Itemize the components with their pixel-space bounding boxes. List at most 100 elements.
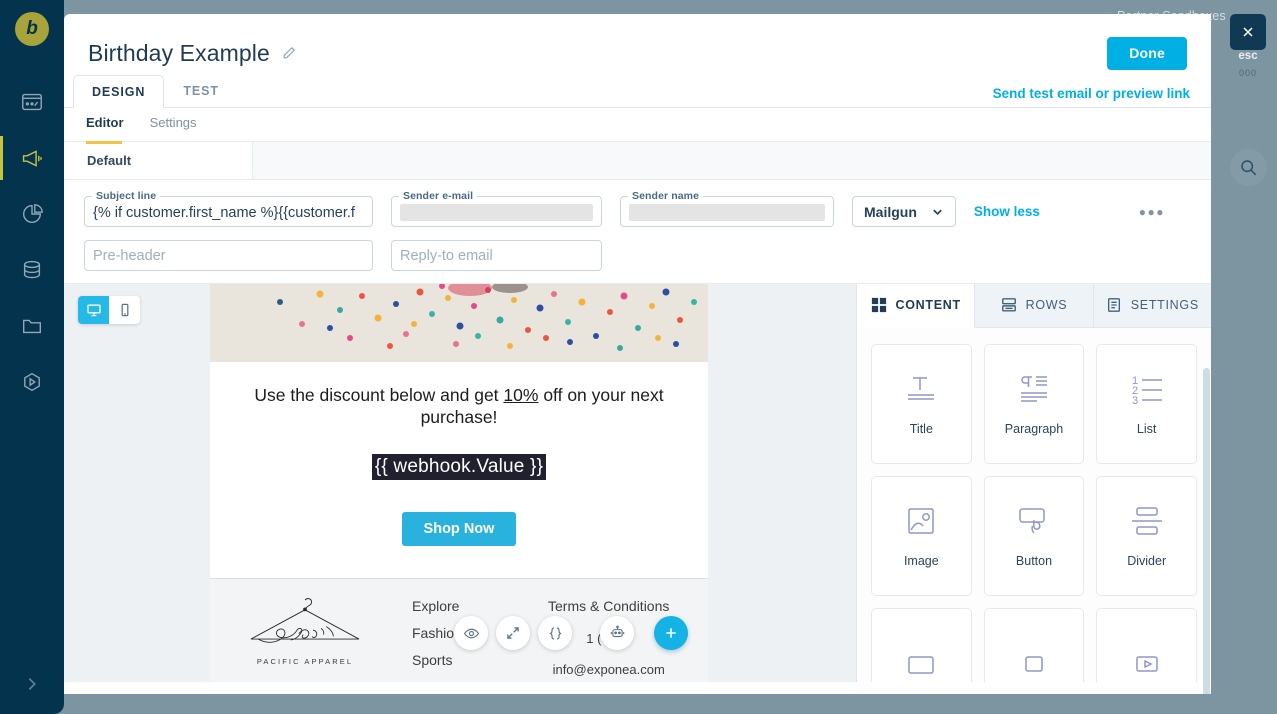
sender-email-label: Sender e-mail bbox=[399, 190, 478, 202]
pencil-icon[interactable] bbox=[281, 45, 297, 61]
block-divider[interactable]: Divider bbox=[1096, 475, 1197, 596]
video-block-icon bbox=[1135, 655, 1158, 672]
reply-to-placeholder: Reply-to email bbox=[400, 247, 493, 264]
folder-icon bbox=[23, 319, 41, 334]
desktop-icon bbox=[86, 304, 101, 317]
panel-tab-bar: CONTENT ROWS SETTINGS bbox=[857, 284, 1211, 328]
subject-line-input[interactable]: Subject line {% if customer.first_name %… bbox=[84, 190, 373, 227]
block-extra-3[interactable] bbox=[1096, 607, 1197, 682]
block-image[interactable]: Image bbox=[871, 475, 972, 596]
email-canvas: Use the discount below and get 10% off o… bbox=[64, 284, 856, 682]
rail-expand-button[interactable] bbox=[0, 654, 64, 714]
rows-icon bbox=[1001, 298, 1016, 312]
expand-arrows-icon bbox=[507, 627, 519, 639]
svg-text:3: 3 bbox=[1132, 395, 1138, 406]
show-less-link[interactable]: Show less bbox=[974, 204, 1040, 219]
tab-design[interactable]: DESIGN bbox=[73, 75, 165, 108]
block-list[interactable]: 123 List bbox=[1096, 343, 1197, 464]
overlay-search-icon[interactable] bbox=[1230, 149, 1267, 186]
sidebar-item-scenarios[interactable] bbox=[0, 354, 64, 410]
fields-row-1: Subject line {% if customer.first_name %… bbox=[84, 190, 1191, 227]
block-list-label: List bbox=[1136, 421, 1157, 436]
editor-body: Use the discount below and get 10% off o… bbox=[64, 284, 1211, 694]
sender-name-label: Sender name bbox=[628, 190, 704, 202]
tab-settings[interactable]: Settings bbox=[150, 108, 197, 141]
app-root: Partner Sandboxes esc 000 b bbox=[0, 0, 1277, 714]
footer-link-sports[interactable]: Sports bbox=[412, 647, 532, 674]
device-desktop-button[interactable] bbox=[78, 296, 109, 324]
chevron-down-icon bbox=[933, 209, 942, 216]
subject-line-label: Subject line bbox=[92, 190, 161, 202]
panel-tab-settings[interactable]: SETTINGS bbox=[1093, 284, 1211, 328]
more-options-icon[interactable]: ●●● bbox=[1139, 205, 1165, 219]
preview-eye-button[interactable] bbox=[454, 616, 488, 650]
fields-row-2: Pre-header Reply-to email bbox=[84, 240, 1191, 271]
tab-test[interactable]: TEST bbox=[164, 74, 238, 107]
preheader-input[interactable]: Pre-header bbox=[84, 240, 373, 271]
reply-to-input[interactable]: Reply-to email bbox=[391, 240, 602, 271]
panel-tab-rows[interactable]: ROWS bbox=[975, 284, 1094, 328]
expand-button[interactable] bbox=[496, 616, 530, 650]
promo-text[interactable]: Use the discount below and get 10% off o… bbox=[210, 362, 708, 429]
block-extra-1[interactable] bbox=[871, 607, 972, 682]
tab-editor[interactable]: Editor bbox=[86, 108, 124, 141]
sender-email-value bbox=[400, 204, 593, 221]
send-test-email-link[interactable]: Send test email or preview link bbox=[993, 86, 1190, 101]
panel-scrollbar[interactable] bbox=[1203, 368, 1210, 694]
content-panel: CONTENT ROWS SETTINGS Title Paragraph 1 … bbox=[856, 284, 1211, 694]
sidebar-item-data[interactable] bbox=[0, 242, 64, 298]
sender-name-input[interactable]: Sender name bbox=[620, 190, 834, 227]
block-image-label: Image bbox=[903, 553, 939, 568]
sub-tab-bar: Editor Settings bbox=[64, 108, 1211, 142]
grid-icon bbox=[871, 298, 886, 313]
mobile-icon bbox=[121, 303, 128, 317]
panel-tab-content[interactable]: CONTENT bbox=[857, 284, 976, 328]
block-title[interactable]: Title bbox=[871, 343, 972, 464]
sidebar-item-analytics[interactable] bbox=[0, 186, 64, 242]
confetti-graphic bbox=[210, 284, 708, 362]
play-circle-icon bbox=[24, 372, 40, 392]
sender-email-input[interactable]: Sender e-mail bbox=[391, 190, 602, 227]
database-icon bbox=[23, 260, 41, 279]
page-title: Birthday Example bbox=[88, 39, 270, 66]
promo-prefix: Use the discount below and get bbox=[254, 385, 504, 405]
footer-email: info@exponea.com bbox=[552, 662, 665, 678]
list-icon: 123 bbox=[1132, 375, 1162, 406]
code-button[interactable] bbox=[538, 616, 572, 650]
block-button-label: Button bbox=[1015, 553, 1053, 568]
block-paragraph[interactable]: Paragraph bbox=[983, 343, 1085, 464]
plus-icon bbox=[666, 628, 676, 638]
code-braces-icon bbox=[548, 627, 562, 639]
button-icon bbox=[1019, 507, 1045, 534]
close-modal-button[interactable] bbox=[1230, 14, 1266, 50]
hero-confetti-image[interactable] bbox=[210, 284, 708, 362]
provider-select[interactable]: Mailgun bbox=[852, 196, 956, 227]
divider-icon bbox=[1131, 506, 1162, 535]
hanger-logo-icon bbox=[250, 597, 360, 643]
sidebar-item-assets[interactable] bbox=[0, 298, 64, 354]
webhook-value-token[interactable]: {{ webhook.Value }} bbox=[371, 453, 547, 480]
esc-label: esc bbox=[1238, 50, 1258, 62]
sidebar-item-campaigns[interactable] bbox=[0, 130, 64, 186]
eye-icon bbox=[463, 628, 479, 638]
shop-now-button[interactable]: Shop Now bbox=[401, 511, 517, 546]
paragraph-icon bbox=[1020, 375, 1047, 402]
device-mobile-button[interactable] bbox=[109, 296, 140, 324]
provider-value: Mailgun bbox=[864, 203, 917, 220]
assistant-button[interactable] bbox=[600, 616, 634, 650]
block-extra-2[interactable] bbox=[983, 607, 1085, 682]
sidebar-item-dashboard[interactable] bbox=[0, 74, 64, 130]
add-block-button[interactable] bbox=[654, 616, 688, 650]
preheader-placeholder: Pre-header bbox=[93, 247, 166, 264]
robot-icon bbox=[610, 625, 624, 637]
dashboard-icon bbox=[22, 93, 42, 111]
esc-dots: 000 bbox=[1238, 68, 1258, 78]
block-button[interactable]: Button bbox=[983, 475, 1085, 596]
done-button[interactable]: Done bbox=[1107, 36, 1187, 70]
pie-chart-icon bbox=[23, 204, 43, 223]
device-toggle bbox=[78, 296, 140, 324]
variant-tab-default[interactable]: Default bbox=[64, 141, 253, 179]
email-settings-fields: Subject line {% if customer.first_name %… bbox=[64, 180, 1211, 284]
close-icon bbox=[1243, 27, 1253, 37]
app-logo[interactable]: b bbox=[15, 12, 49, 46]
